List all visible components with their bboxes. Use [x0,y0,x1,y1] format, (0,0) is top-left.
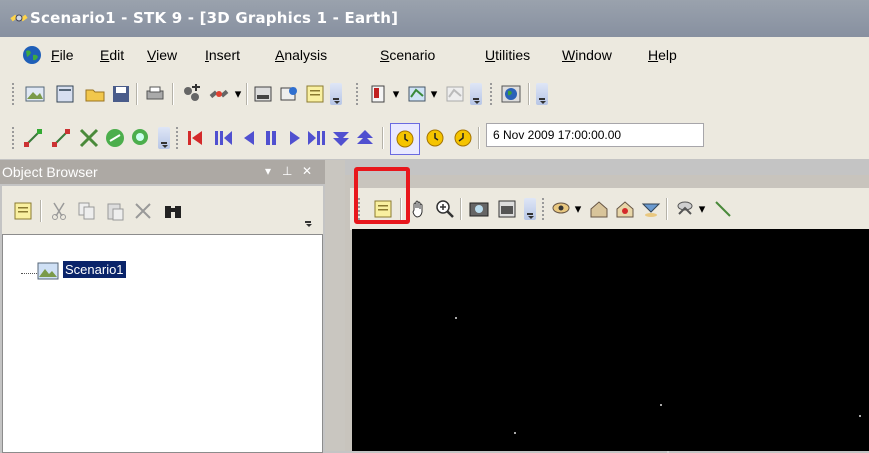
3d-graphics-toolbar: ▾ ▾ [350,188,869,230]
earth-view-icon[interactable] [500,83,522,105]
toolbar-options-icon[interactable] [158,127,170,149]
panel-menu-icon[interactable]: ▾ [265,164,271,178]
copy-icon[interactable] [76,200,98,222]
menu-utilities[interactable]: Utilities [485,47,530,63]
menu-analysis[interactable]: Analysis [275,47,327,63]
menu-bar: File Edit View Insert Analysis Scenario … [0,37,869,73]
toolbar-grip[interactable] [490,83,495,105]
toolbar-grip[interactable] [12,83,17,105]
view-from-icon[interactable] [550,198,572,220]
tree-item-scenario[interactable]: Scenario1 [63,261,126,278]
star [514,432,516,434]
highlight-box [354,167,410,224]
delete-icon[interactable] [132,200,154,222]
window-title: Scenario1 - STK 9 - [3D Graphics 1 - Ear… [30,9,399,27]
home-view-icon[interactable] [588,198,610,220]
html-report-icon[interactable] [252,83,274,105]
new-scenario-icon[interactable] [24,83,46,105]
panel-splitter[interactable] [325,160,345,451]
xreal-clock-icon[interactable] [424,127,446,149]
speed-up-icon[interactable] [354,127,376,149]
pan-hand-icon[interactable] [408,198,430,220]
menu-edit[interactable]: Edit [100,47,124,63]
cut-icon[interactable] [48,200,70,222]
report-graph-icon[interactable] [278,83,300,105]
orient-nadir-icon[interactable] [640,198,662,220]
globe-icon[interactable] [22,45,42,65]
menu-view[interactable]: View [147,47,177,63]
more-tools-icon[interactable] [712,198,734,220]
toolbar-grip[interactable] [542,198,547,220]
object-browser-header: Object Browser ▾ ⊥ ✕ [0,160,325,184]
record-movie-icon[interactable] [496,198,518,220]
scenario-icon [37,262,59,280]
map-view-icon[interactable] [406,83,428,105]
step-back-icon[interactable] [212,127,234,149]
clock-step-icon[interactable] [452,127,474,149]
timeline-icon[interactable] [368,83,390,105]
dropdown-arrow-icon[interactable]: ▾ [428,83,440,105]
pin-icon[interactable]: ⊥ [282,164,292,178]
tree-connector [21,273,37,275]
realtime-clock-icon[interactable] [390,123,420,155]
menu-help[interactable]: Help [648,47,677,63]
satellite-icon [10,14,28,22]
slow-down-icon[interactable] [330,127,352,149]
toolbar-grip[interactable] [12,127,17,149]
find-icon[interactable] [162,200,184,222]
object-browser-title: Object Browser [2,164,98,180]
tools-icon[interactable] [78,127,100,149]
play-icon[interactable] [284,127,306,149]
pause-icon[interactable] [260,127,282,149]
title-bar: Scenario1 - STK 9 - [3D Graphics 1 - Ear… [0,0,869,37]
map-disabled-icon[interactable] [444,83,466,105]
reset-icon[interactable] [184,127,206,149]
satellite-tool-icon[interactable] [208,83,230,105]
save-icon[interactable] [110,83,132,105]
main-toolbars: ▾ ▾ ▾ 6 Nov 2009 17:00:00.00 [0,73,869,159]
search-globe-icon[interactable] [130,127,152,149]
play-reverse-icon[interactable] [238,127,260,149]
star [859,415,861,417]
open-file-icon[interactable] [54,83,76,105]
object-tree: Scenario1 [2,234,323,453]
properties-icon[interactable] [304,83,326,105]
toolbar-options-icon[interactable] [536,83,548,105]
menu-insert[interactable]: Insert [205,47,240,63]
green-globe-icon[interactable] [104,127,126,149]
paste-icon[interactable] [104,200,126,222]
standard-toolbar: ▾ ▾ ▾ [0,73,869,115]
folder-open-icon[interactable] [84,83,106,105]
dropdown-arrow-icon[interactable]: ▾ [232,83,244,105]
snapshot-icon[interactable] [468,198,490,220]
bookmark-view-icon[interactable] [674,198,696,220]
toolbar-options-icon[interactable] [524,198,536,220]
star [660,404,662,406]
access-icon[interactable] [22,127,44,149]
star [455,317,457,319]
menu-window[interactable]: Window [562,47,612,63]
properties-icon[interactable] [12,200,34,222]
toolbar-options-icon[interactable] [302,206,314,228]
menu-file[interactable]: File [51,47,74,63]
dropdown-arrow-icon[interactable]: ▾ [572,198,584,220]
chain-icon[interactable] [50,127,72,149]
print-icon[interactable] [144,83,166,105]
menu-scenario[interactable]: Scenario [380,47,435,63]
toolbar-options-icon[interactable] [470,83,482,105]
dropdown-arrow-icon[interactable]: ▾ [390,83,402,105]
zoom-in-icon[interactable] [434,198,456,220]
toolbar-grip[interactable] [356,83,361,105]
dropdown-arrow-icon[interactable]: ▾ [696,198,708,220]
toolbar-grip[interactable] [176,127,181,149]
orient-north-icon[interactable] [614,198,636,220]
close-icon[interactable]: ✕ [302,164,312,178]
3d-graphics-viewport[interactable] [352,229,869,453]
toolbar-options-icon[interactable] [330,83,342,105]
animation-toolbar: 6 Nov 2009 17:00:00.00 [0,115,869,157]
step-forward-icon[interactable] [306,127,328,149]
object-browser-toolbar [2,186,323,234]
insert-object-icon[interactable] [180,83,202,105]
current-time-field[interactable]: 6 Nov 2009 17:00:00.00 [486,123,704,147]
